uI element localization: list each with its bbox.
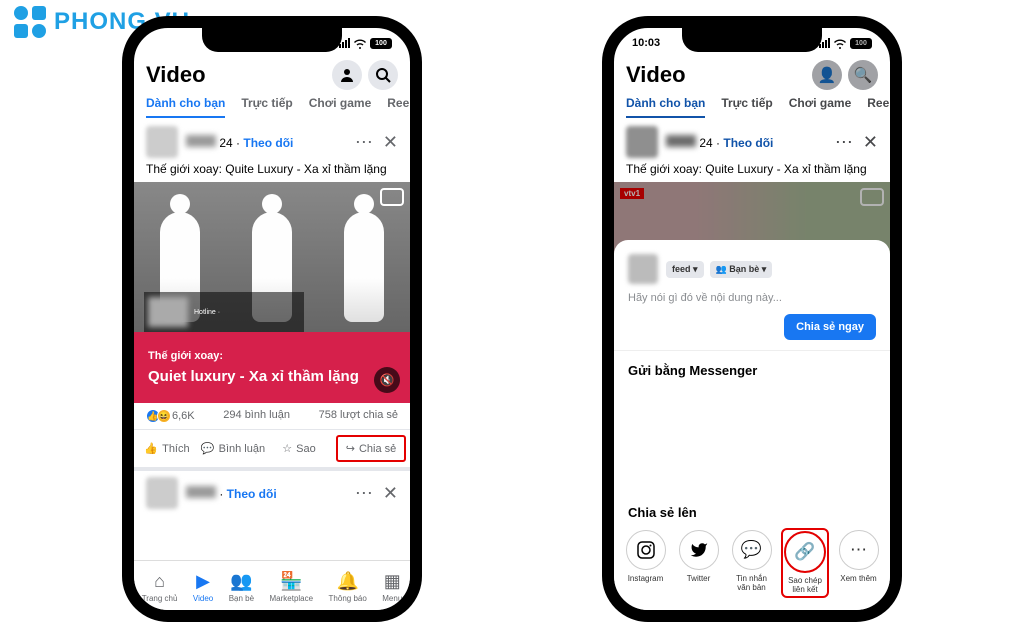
notch — [202, 28, 342, 52]
share-sms[interactable]: 💬 Tin nhắn văn bản — [730, 530, 773, 596]
post-actions: 👍Thích 💬Bình luận ☆Sao ↪Chia sẻ — [134, 429, 410, 467]
star-button[interactable]: ☆Sao — [266, 434, 332, 463]
page-title: Video — [146, 62, 206, 88]
message-icon: 💬 — [732, 530, 772, 570]
share-more[interactable]: ⋯ Xem thêm — [837, 530, 880, 596]
post-stats: 👍 😆 6,6K 294 bình luận 758 lượt chia sẻ — [134, 403, 410, 429]
compose-section: feed ▾ 👥 Bạn bè ▾ Hãy nói gì đó về nội d… — [614, 250, 890, 351]
bell-icon: 🔔 — [336, 571, 358, 592]
battery-icon: 100 — [370, 38, 392, 49]
messenger-contacts — [614, 380, 890, 493]
share-button[interactable]: ↪Chia sẻ — [336, 435, 406, 462]
video-title-card: Thế giới xoay: Quiet luxury - Xa xỉ thầm… — [134, 332, 410, 403]
video-player[interactable]: Hotline · — [134, 182, 410, 332]
clock: 10:03 — [632, 37, 660, 49]
like-icon: 👍 — [144, 442, 158, 455]
share-copy-link[interactable]: 🔗 Sao chép liên kết — [783, 530, 827, 596]
search-icon[interactable] — [368, 60, 398, 90]
next-post-header: · Theo dõi ⋯✕ — [134, 467, 410, 515]
close-icon[interactable]: ✕ — [383, 483, 398, 504]
phone-left: 100 Video Dành cho bạn Trực tiếp Chơi ga… — [122, 16, 422, 622]
tab-gaming[interactable]: Chơi game — [309, 96, 372, 118]
tab-live[interactable]: Trực tiếp — [241, 96, 292, 118]
avatar[interactable] — [628, 254, 658, 284]
logo-mark — [14, 6, 46, 38]
nav-video[interactable]: ▶Video — [193, 571, 213, 603]
star-icon: ☆ — [282, 442, 292, 455]
instagram-icon — [626, 530, 666, 570]
compose-placeholder[interactable]: Hãy nói gì đó về nội dung này... — [628, 292, 876, 304]
share-now-button[interactable]: Chia sẻ ngay — [784, 314, 876, 340]
share-instagram[interactable]: Instagram — [624, 530, 667, 596]
share-options: Instagram Twitter 💬 Tin nhắn văn bản 🔗 S… — [614, 522, 890, 610]
wifi-icon — [833, 38, 847, 49]
share-sheet: feed ▾ 👥 Bạn bè ▾ Hãy nói gì đó về nội d… — [614, 240, 890, 610]
friends-icon: 👥 — [230, 571, 252, 592]
share-to-title: Chia sẻ lên — [614, 493, 890, 522]
link-icon: 🔗 — [785, 532, 825, 572]
video-icon: ▶ — [196, 571, 210, 592]
comment-button[interactable]: 💬Bình luận — [200, 434, 266, 463]
post-caption: Thế giới xoay: Quite Luxury - Xa xỉ thầm… — [134, 162, 410, 182]
page-name-blurred — [186, 135, 216, 147]
battery-icon: 100 — [850, 38, 872, 49]
comment-count[interactable]: 294 bình luận — [223, 409, 290, 423]
nav-home[interactable]: ⌂Trang chủ — [142, 571, 178, 603]
comment-icon: 💬 — [201, 442, 215, 455]
more-icon[interactable]: ⋯ — [355, 132, 373, 153]
store-icon: 🏪 — [280, 571, 302, 592]
more-icon: ⋯ — [839, 530, 879, 570]
nav-menu[interactable]: ▦Menu — [382, 571, 402, 603]
like-button[interactable]: 👍Thích — [134, 434, 200, 463]
tab-for-you[interactable]: Dành cho bạn — [146, 96, 225, 118]
search-icon[interactable]: 🔍 — [848, 60, 878, 90]
tab-reels[interactable]: Ree — [387, 96, 409, 118]
phone-right: 10:03 100 Video 👤 🔍 Dành cho bạn Trực ti… — [602, 16, 902, 622]
share-icon: ↪ — [346, 442, 355, 455]
feed-selector[interactable]: feed ▾ — [666, 261, 704, 278]
share-twitter[interactable]: Twitter — [677, 530, 720, 596]
profile-icon[interactable]: 👤 — [812, 60, 842, 90]
channel-badge: vtv1 — [620, 188, 644, 199]
avatar[interactable] — [146, 126, 178, 158]
avatar[interactable] — [146, 477, 178, 509]
bottom-nav: ⌂Trang chủ ▶Video 👥Bạn bè 🏪Marketplace 🔔… — [134, 560, 410, 610]
nav-notifications[interactable]: 🔔Thông báo — [329, 571, 367, 603]
menu-icon: ▦ — [384, 571, 401, 592]
video-overlay: Hotline · — [144, 292, 304, 332]
profile-icon[interactable] — [332, 60, 362, 90]
home-icon: ⌂ — [154, 571, 165, 592]
post-header: 24 · Theo dõi ⋯ ✕ — [134, 118, 410, 162]
wifi-icon — [353, 38, 367, 49]
mute-icon[interactable]: 🔇 — [374, 367, 400, 393]
nav-marketplace[interactable]: 🏪Marketplace — [270, 571, 314, 603]
close-icon[interactable]: ✕ — [383, 132, 398, 153]
pip-icon[interactable] — [860, 188, 884, 206]
reaction-count[interactable]: 6,6K — [172, 410, 195, 422]
follow-link[interactable]: Theo dõi — [243, 136, 293, 150]
page-header: Video — [134, 58, 410, 90]
pip-icon[interactable] — [380, 188, 404, 206]
messenger-section-title: Gửi bằng Messenger — [614, 351, 890, 380]
audience-selector[interactable]: 👥 Bạn bè ▾ — [710, 261, 773, 278]
reaction-icons: 👍 😆 — [146, 409, 168, 423]
twitter-icon — [679, 530, 719, 570]
nav-friends[interactable]: 👥Bạn bè — [229, 571, 254, 603]
notch — [682, 28, 822, 52]
more-icon[interactable]: ⋯ — [355, 483, 373, 504]
video-tabs: Dành cho bạn Trực tiếp Chơi game Ree — [134, 90, 410, 118]
share-count[interactable]: 758 lượt chia sẻ — [319, 409, 398, 423]
